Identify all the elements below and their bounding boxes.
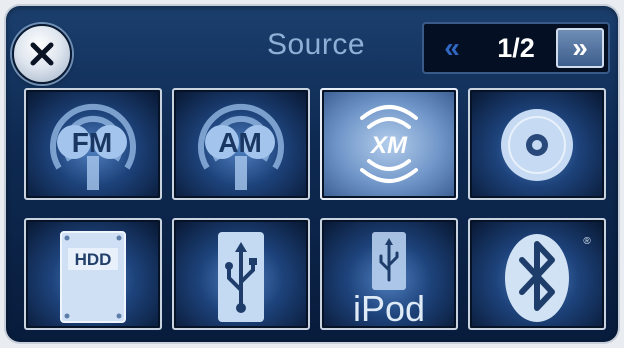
fm-label: FM <box>72 127 112 158</box>
close-icon <box>30 42 54 66</box>
am-radio-icon: AM <box>198 104 284 190</box>
previous-page-button[interactable]: « <box>428 28 476 68</box>
source-tile-bluetooth[interactable]: ® <box>468 218 606 330</box>
fm-radio-icon: FM <box>50 104 136 190</box>
double-chevron-right-icon: » <box>572 32 588 63</box>
hdd-icon: HDD <box>60 231 126 323</box>
disc-icon <box>501 109 573 181</box>
header-bar: Source « 1/2 » <box>6 6 618 84</box>
source-tile-ipod[interactable]: iPod <box>320 218 458 330</box>
xm-label: XM <box>369 132 408 159</box>
am-label: AM <box>218 127 262 158</box>
bluetooth-icon: ® <box>505 234 591 322</box>
source-tile-fm[interactable]: FM <box>24 88 162 200</box>
page-title: Source <box>266 28 366 61</box>
source-screen: Source « 1/2 » FM AM XM HDD iPod ® <box>6 6 618 342</box>
next-page-button[interactable]: » <box>556 28 604 68</box>
double-chevron-left-icon: « <box>444 32 460 63</box>
usb-icon <box>218 232 264 322</box>
hdd-label: HDD <box>75 250 112 269</box>
registered-mark: ® <box>583 236 591 247</box>
xm-satellite-icon: XM <box>360 105 418 183</box>
page-navigator: « 1/2 » <box>422 22 610 74</box>
ipod-label: iPod <box>353 288 425 328</box>
page-indicator: 1/2 <box>497 33 535 63</box>
ipod-icon: iPod <box>353 232 425 328</box>
source-tile-xm[interactable]: XM <box>320 88 458 200</box>
source-tile-am[interactable]: AM <box>172 88 310 200</box>
source-tile-usb[interactable] <box>172 218 310 330</box>
source-tile-disc[interactable] <box>468 88 606 200</box>
close-button[interactable] <box>12 24 72 84</box>
source-tile-hdd[interactable]: HDD <box>24 218 162 330</box>
